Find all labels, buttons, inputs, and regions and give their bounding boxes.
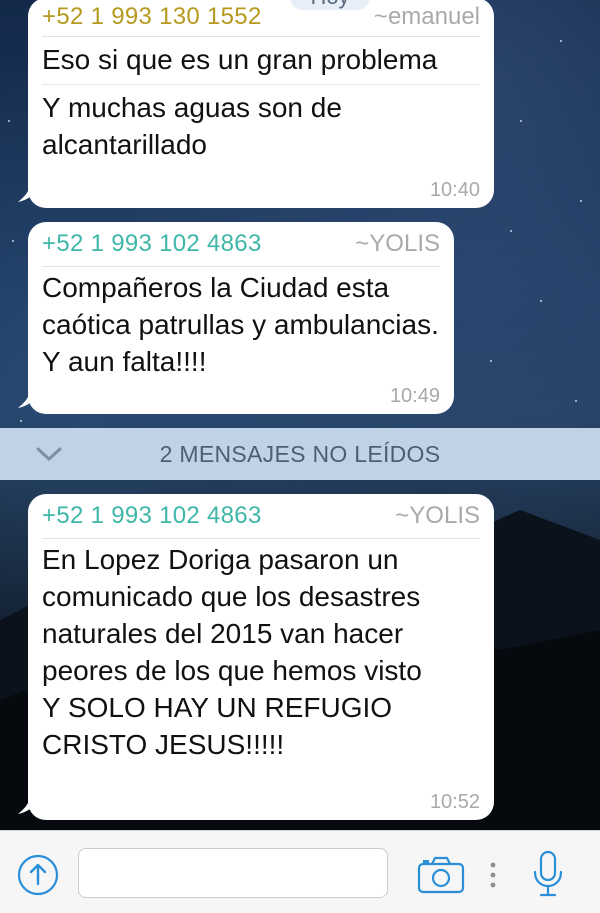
upload-button[interactable] [16,853,60,897]
message-text: Y muchas aguas son de alcantarillado [42,92,342,160]
message-divider [42,84,480,85]
bubble-tail [18,184,40,202]
sender-phone[interactable]: +52 1 993 102 4863 [42,502,262,530]
sender-alias: ~YOLIS [355,230,440,257]
sender-phone[interactable]: +52 1 993 130 1552 [42,3,262,31]
sender-alias: ~YOLIS [395,502,480,529]
camera-button[interactable] [416,855,466,895]
unread-messages-bar[interactable]: 2 MENSAJES NO LEÍDOS [0,428,600,480]
camera-icon [417,856,465,894]
more-dots-icon [490,862,496,888]
message-bubble[interactable]: +52 1 993 102 4863 ~YOLIS En Lopez Dorig… [18,494,494,820]
message-input-bar [0,830,600,913]
message-timestamp: 10:40 [429,179,480,201]
more-options-button[interactable] [484,857,502,893]
message-input[interactable] [78,848,388,898]
message-sender-row: +52 1 993 130 1552 ~emanuel [42,0,480,37]
message-timestamp: 10:49 [389,385,440,407]
message-sender-row: +52 1 993 102 4863 ~YOLIS [42,222,440,267]
microphone-icon [533,850,563,897]
sender-alias: ~emanuel [373,3,480,30]
unread-messages-label: 2 MENSAJES NO LEÍDOS [159,440,441,467]
message-text: En Lopez Doriga pasaron un comunicado qu… [42,544,422,686]
message-bubble[interactable]: +52 1 993 102 4863 ~YOLIS Compañeros la … [18,222,454,414]
voice-record-button[interactable] [528,849,568,899]
message-bubble[interactable]: Hoy +52 1 993 130 1552 ~emanuel Eso si q… [18,0,494,208]
message-text: Eso si que es un gran problema [42,44,438,75]
bubble-tail [18,390,40,408]
message-text: Y SOLO HAY UN REFUGIO CRISTO JESUS!!!!! [42,692,393,760]
upload-icon [17,854,59,896]
bubble-tail [18,796,40,814]
chevron-down-icon [36,447,62,461]
sender-phone[interactable]: +52 1 993 102 4863 [42,230,262,258]
message-timestamp: 10:52 [429,791,480,813]
date-label: Hoy [290,0,370,10]
message-sender-row: +52 1 993 102 4863 ~YOLIS [42,494,480,539]
message-text: Compañeros la Ciudad esta caótica patrul… [42,272,439,377]
